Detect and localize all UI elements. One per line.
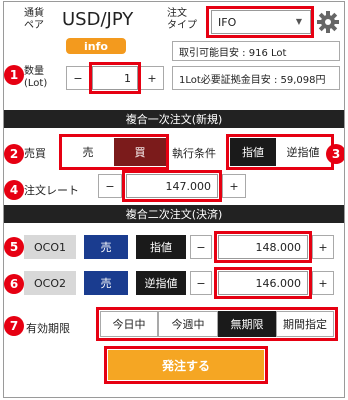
- quantity-input[interactable]: 1: [92, 66, 138, 90]
- stop-button[interactable]: 逆指値: [276, 138, 330, 166]
- expiry-this-week-button[interactable]: 今週中: [158, 311, 218, 337]
- order-type-value: IFO: [218, 15, 237, 29]
- section-secondary-order-title: 複合二次注文(決済): [4, 205, 344, 223]
- oco2-side-button[interactable]: 売: [84, 271, 128, 295]
- gear-icon[interactable]: [316, 10, 340, 34]
- order-rate-label: 注文レート: [24, 184, 79, 197]
- rate-plus-button[interactable]: +: [222, 174, 246, 198]
- buy-button[interactable]: 買: [114, 138, 166, 166]
- oco1-minus-button[interactable]: −: [190, 235, 212, 259]
- marker-2: 2: [4, 144, 24, 164]
- marker-4: 4: [4, 180, 24, 200]
- oco1-side-button[interactable]: 売: [84, 235, 128, 259]
- quantity-plus-button[interactable]: +: [140, 66, 164, 90]
- marker-6: 6: [4, 274, 24, 294]
- marker-1: 1: [4, 65, 24, 85]
- rate-minus-button[interactable]: −: [98, 174, 122, 198]
- sell-button[interactable]: 売: [62, 138, 114, 166]
- expiry-label: 有効期限: [26, 322, 70, 335]
- oco2-rate-input[interactable]: 146.000: [218, 271, 308, 295]
- available-lots: 取引可能目安 : 916 Lot: [172, 41, 340, 61]
- currency-pair: USD/JPY: [62, 9, 134, 30]
- order-rate-input[interactable]: 147.000: [126, 174, 218, 198]
- order-panel: 通貨 ペア USD/JPY info 注文 タイプ IFO ▼ 数量 (Lot)…: [3, 1, 345, 398]
- oco2-minus-button[interactable]: −: [190, 271, 212, 295]
- section-primary-order-title: 複合一次注文(新規): [4, 110, 344, 128]
- oco1-type-button[interactable]: 指値: [136, 235, 186, 259]
- oco1-rate-input[interactable]: 148.000: [218, 235, 308, 259]
- side-label: 売買: [24, 147, 46, 160]
- marker-7: 7: [4, 316, 24, 336]
- expiry-today-button[interactable]: 今日中: [100, 311, 158, 337]
- quantity-label: 数量 (Lot): [24, 66, 48, 89]
- quantity-minus-button[interactable]: −: [66, 66, 90, 90]
- order-type-label: 注文 タイプ: [167, 8, 197, 31]
- exec-condition-label: 執行条件: [172, 147, 216, 160]
- oco2-type-button[interactable]: 逆指値: [136, 271, 186, 295]
- required-margin: 1Lot必要証拠金目安 : 59,098円: [172, 66, 340, 90]
- oco1-plus-button[interactable]: +: [312, 235, 334, 259]
- expiry-custom-button[interactable]: 期間指定: [276, 311, 334, 337]
- order-type-select[interactable]: IFO ▼: [211, 10, 311, 34]
- submit-order-button[interactable]: 発注する: [108, 350, 264, 380]
- expiry-unlimited-button[interactable]: 無期限: [218, 311, 276, 337]
- oco2-plus-button[interactable]: +: [312, 271, 334, 295]
- chevron-down-icon: ▼: [295, 17, 302, 26]
- info-button[interactable]: info: [66, 38, 126, 54]
- oco1-label: OCO1: [24, 235, 76, 259]
- limit-button[interactable]: 指値: [230, 138, 276, 166]
- pair-label: 通貨 ペア: [24, 8, 44, 31]
- oco2-label: OCO2: [24, 271, 76, 295]
- marker-5: 5: [4, 237, 24, 257]
- marker-3: 3: [326, 144, 344, 164]
